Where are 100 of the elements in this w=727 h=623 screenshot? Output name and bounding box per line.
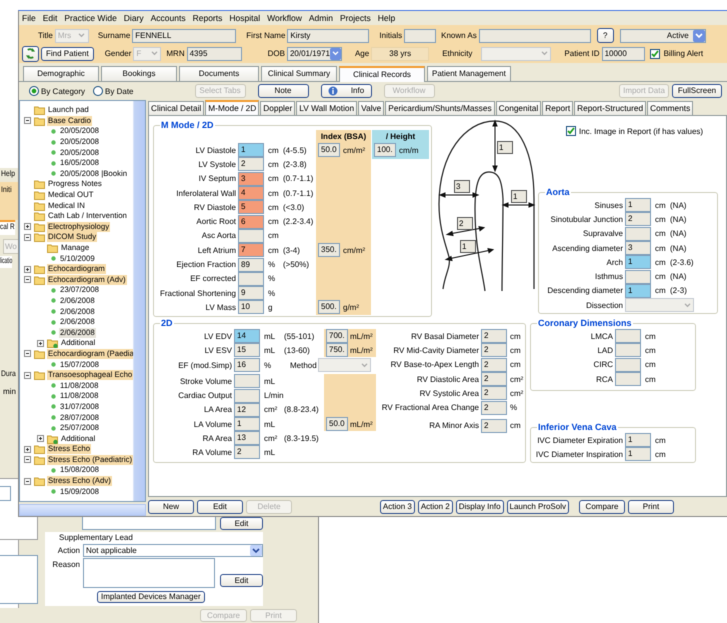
measurement-field[interactable]: 12 (234, 402, 260, 417)
tab[interactable]: Pericardium/Shunts/Masses (385, 101, 495, 115)
field-label: Ascending diameter (551, 244, 624, 253)
measurement-field[interactable]: 7 (238, 243, 264, 258)
measurement-field[interactable]: 6 (238, 214, 264, 229)
unit-label: % (267, 260, 276, 270)
unit-label: mL (263, 420, 276, 429)
measurement-field[interactable]: 1 (625, 198, 651, 212)
action-dropdown[interactable]: Not applicable (83, 544, 263, 557)
field-label: Initi (1, 185, 12, 194)
measurement-field[interactable]: 3 (454, 180, 470, 193)
tab[interactable]: Clinical Summary (261, 66, 337, 81)
measurement-field[interactable]: 2 (481, 329, 507, 344)
menu-item[interactable]: Hospital (229, 13, 260, 23)
tab[interactable]: LV Wall Motion (296, 101, 358, 115)
tab[interactable]: cal R (0, 220, 16, 235)
record-button[interactable]: New (148, 500, 194, 514)
measurement-field[interactable]: 1 (497, 141, 513, 154)
measurement-field[interactable]: 2 (457, 217, 473, 230)
measurement-field[interactable]: 2 (625, 212, 651, 226)
output-button[interactable]: Compare (579, 500, 625, 514)
measurement-field[interactable]: 1 (625, 433, 651, 448)
measurement-field[interactable]: 13 (234, 431, 260, 446)
measurement-field[interactable]: 89 (238, 258, 264, 272)
patient-id-field[interactable]: 10000 (602, 46, 645, 60)
measurement-field[interactable]: 2 (481, 400, 507, 415)
tab[interactable]: Valve (358, 101, 384, 115)
index-field: 350. (318, 243, 340, 258)
tab[interactable]: Documents (179, 66, 259, 81)
first-name-field[interactable]: Kirsty (287, 28, 370, 42)
measurement-field[interactable]: 16 (234, 358, 260, 372)
measurement-field[interactable]: 1 (511, 190, 527, 203)
surname-field[interactable]: FENNELL (132, 28, 236, 42)
tab[interactable]: Report (542, 101, 574, 115)
menu-item[interactable]: Accounts (150, 13, 186, 23)
measurement-field[interactable]: 2 (481, 418, 507, 433)
measurement-field[interactable]: 3 (238, 172, 264, 186)
tab[interactable]: Doppler (260, 101, 296, 115)
field-label: RV Mid-Cavity Diameter (392, 346, 480, 355)
measurement-field[interactable]: 2 (481, 343, 507, 358)
field-label: Inferolateral Wall (175, 188, 237, 198)
index-field: 700. (326, 329, 348, 344)
action-button[interactable]: Launch ProSolv (506, 500, 569, 514)
toolbar-button[interactable]: Note (258, 84, 308, 98)
measurement-field[interactable]: 3 (625, 241, 651, 256)
menu-item[interactable]: File (22, 13, 36, 23)
edit-button[interactable]: Edit (220, 517, 263, 530)
action-button[interactable]: Action 3 (380, 500, 415, 514)
measurement-field[interactable]: 1 (460, 240, 476, 253)
tab[interactable]: Comments (647, 101, 694, 115)
menu-item[interactable]: Workflow (267, 13, 302, 23)
measurement-field[interactable]: 15 (234, 343, 260, 358)
menu-item[interactable]: Help (1, 169, 15, 178)
measurement-field[interactable]: 5 (238, 200, 264, 214)
tab[interactable]: Demographic (23, 66, 99, 81)
help-button[interactable]: ? (596, 28, 614, 43)
menu-item[interactable]: Help (378, 13, 396, 23)
action-button[interactable]: Display Info (456, 500, 504, 514)
menu-item[interactable]: Practice Wide (64, 13, 117, 23)
measurement-field[interactable]: 1 (234, 417, 260, 432)
toolbar-button[interactable]: FullScreen (672, 84, 722, 98)
output-button[interactable]: Print (628, 500, 674, 514)
action-button[interactable]: Action 2 (418, 500, 453, 514)
menu-item[interactable]: Admin (308, 13, 333, 23)
measurement-field[interactable]: 1 (238, 143, 264, 158)
dob-date-picker[interactable]: 20/01/1971 (286, 46, 342, 60)
toolbar-button[interactable]: Info (320, 84, 372, 98)
tab[interactable]: Patient Management (427, 66, 511, 81)
measurement-field[interactable]: 9 (238, 286, 264, 300)
measurement-field[interactable]: 4 (238, 186, 264, 200)
status-dropdown[interactable]: Active (620, 28, 706, 42)
section-tab[interactable]: licatio (0, 256, 12, 268)
find-patient-button[interactable]: Find Patient (41, 46, 94, 60)
menu-item[interactable]: Diary (124, 13, 144, 23)
tab[interactable]: Clinical Records (339, 66, 425, 82)
edit-button[interactable]: Edit (220, 574, 263, 587)
unit-label: cm (654, 286, 667, 296)
measurement-field[interactable]: 14 (234, 329, 260, 344)
tab[interactable]: Clinical Detail (148, 101, 204, 115)
menu-item[interactable]: Projects (340, 13, 371, 23)
tab[interactable]: M-Mode / 2D (205, 100, 260, 115)
mrn-field[interactable]: 4395 (186, 46, 242, 60)
tab[interactable]: Congenital (496, 101, 542, 115)
measurement-field[interactable]: 2 (481, 372, 507, 386)
measurement-field[interactable]: 2 (481, 386, 507, 400)
menu-item[interactable]: Edit (42, 13, 58, 23)
measurement-field[interactable]: 10 (238, 300, 264, 314)
measurement-field[interactable]: 2 (481, 358, 507, 372)
field-label: RA Minor Axis (428, 421, 480, 430)
tab[interactable]: Bookings (101, 66, 177, 81)
record-button[interactable]: Edit (197, 500, 243, 514)
measurement-field[interactable]: 2 (238, 157, 264, 172)
measurement-field[interactable]: 1 (625, 284, 651, 298)
measurement-field[interactable]: 1 (625, 447, 651, 462)
devices-manager-button[interactable]: Implanted Devices Manager (97, 591, 205, 603)
measurement-field[interactable]: 1 (625, 255, 651, 270)
measurement-field[interactable]: 2 (234, 445, 260, 460)
menu-item[interactable]: Reports (192, 13, 222, 23)
tab[interactable]: Report-Structured (574, 101, 646, 115)
group-title: Supplementary Lead (59, 532, 134, 543)
